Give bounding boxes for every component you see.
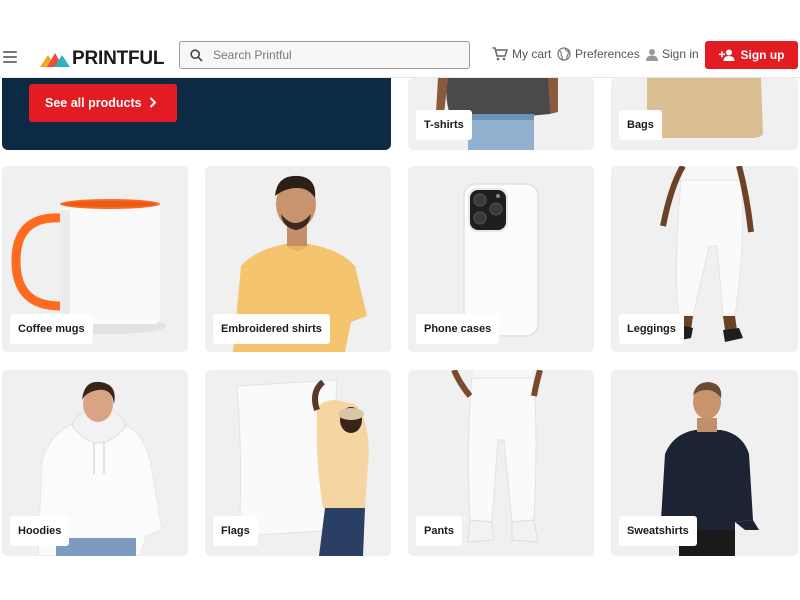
preferences-link[interactable]: Preferences (557, 47, 640, 61)
product-label: Leggings (619, 314, 684, 344)
search-box[interactable] (179, 41, 470, 69)
product-label: Bags (619, 110, 662, 140)
product-card-flags[interactable]: Flags (205, 370, 391, 556)
signin-label: Sign in (662, 47, 699, 61)
search-icon (190, 48, 203, 62)
cart-icon (492, 47, 508, 61)
signin-link[interactable]: Sign in (646, 47, 699, 61)
cart-label: My cart (512, 47, 552, 61)
signup-label: Sign up (740, 48, 785, 62)
product-card-coffee-mugs[interactable]: Coffee mugs (2, 166, 188, 352)
globe-icon (557, 47, 571, 61)
product-label: Phone cases (416, 314, 500, 344)
logo-text: PRINTFUL (72, 48, 165, 69)
product-card-sweatshirts[interactable]: Sweatshirts (611, 370, 798, 556)
product-label: Coffee mugs (10, 314, 93, 344)
product-label: Embroidered shirts (213, 314, 330, 344)
site-header: PRINTFUL My cart Preferences Sign in (0, 40, 800, 78)
product-label: Sweatshirts (619, 516, 697, 546)
cart-link[interactable]: My cart (492, 47, 551, 61)
product-card-phone-cases[interactable]: Phone cases (408, 166, 594, 352)
product-card-tshirts[interactable]: T-shirts (408, 78, 594, 150)
chevron-right-icon (149, 97, 157, 108)
see-all-products-label: See all products (45, 96, 142, 110)
hero-banner: See all products (2, 78, 391, 150)
product-label: Flags (213, 516, 258, 546)
signup-button[interactable]: Sign up (705, 41, 798, 69)
search-input[interactable] (213, 48, 453, 62)
see-all-products-button[interactable]: See all products (29, 84, 177, 122)
product-card-leggings[interactable]: Leggings (611, 166, 798, 352)
product-card-hoodies[interactable]: Hoodies (2, 370, 188, 556)
product-label: Hoodies (10, 516, 70, 546)
product-card-pants[interactable]: Pants (408, 370, 594, 556)
product-card-bags[interactable]: Bags (611, 78, 798, 150)
user-icon (646, 48, 658, 61)
printful-logo-icon (40, 53, 70, 67)
menu-icon[interactable] (3, 51, 17, 65)
product-label: T-shirts (416, 110, 472, 140)
product-card-embroidered-shirts[interactable]: Embroidered shirts (205, 166, 391, 352)
preferences-label: Preferences (575, 47, 640, 61)
add-user-icon (718, 49, 734, 61)
product-label: Pants (416, 516, 462, 546)
logo[interactable]: PRINTFUL (40, 48, 165, 70)
